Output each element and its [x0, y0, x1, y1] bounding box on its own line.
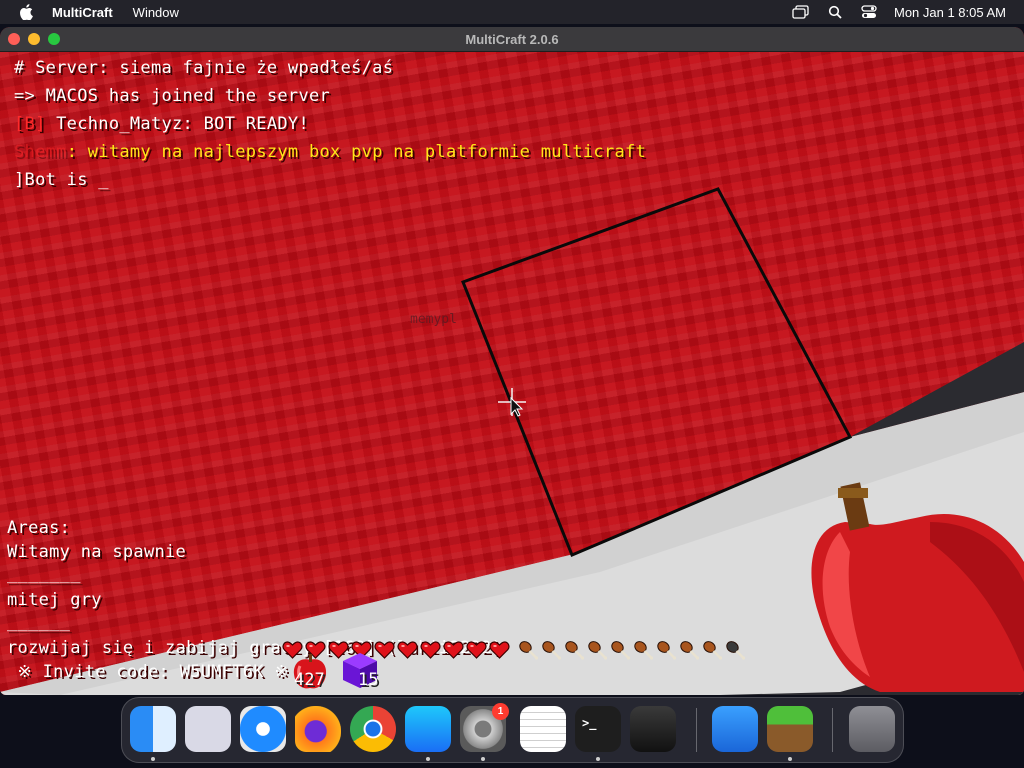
menubar-clock[interactable]: Mon Jan 1 8:05 AM — [894, 5, 1006, 20]
multicraft-window: MultiCraft 2.0.6 # Server: siema fajnie … — [0, 27, 1024, 695]
trash-icon[interactable] — [849, 706, 895, 752]
player-nametag: memypl — [410, 312, 457, 327]
finder-icon[interactable] — [130, 706, 176, 752]
hunger-full-icon — [565, 641, 585, 660]
area-name: mitej gry — [7, 590, 102, 610]
hunger-full-icon — [680, 641, 700, 660]
heart-icon — [489, 641, 510, 659]
area-separator: ______ — [7, 612, 71, 632]
dock-separator — [832, 708, 833, 752]
area-separator: _______ — [7, 564, 81, 584]
running-indicator — [151, 757, 155, 761]
hunger-full-icon — [703, 641, 723, 660]
window-titlebar: MultiCraft 2.0.6 — [0, 27, 1024, 52]
block-count: 15 — [358, 670, 379, 690]
chat-line: [B] Techno_Matyz: BOT READY! — [14, 114, 309, 134]
close-window-button[interactable] — [8, 33, 20, 45]
chat-line: # Server: siema fajnie że wpadłeś/aś — [14, 58, 394, 78]
chat-sender: Shemm — [14, 142, 67, 162]
heart-icon — [397, 641, 418, 659]
app-store-icon[interactable] — [405, 706, 451, 752]
heart-icon — [466, 641, 487, 659]
running-indicator — [596, 757, 600, 761]
fullscreen-window-button[interactable] — [48, 33, 60, 45]
running-indicator — [426, 757, 430, 761]
chrome-icon[interactable] — [350, 706, 396, 752]
window-menu[interactable]: Window — [133, 5, 179, 20]
spotlight-search-icon[interactable] — [826, 4, 844, 20]
textedit-icon[interactable] — [520, 706, 566, 752]
hunger-full-icon — [588, 641, 608, 660]
apple-menu-icon[interactable] — [20, 4, 34, 20]
chat-message: Techno_Matyz: BOT READY! — [45, 114, 309, 134]
invite-code: ※ Invite code: W5UMFT6K ※ — [7, 662, 289, 682]
terminal-prompt: >_ — [582, 716, 597, 730]
running-indicator — [481, 757, 485, 761]
chat-message: : witamy na najlepszym box pvp na platfo… — [66, 142, 647, 162]
hunger-full-icon — [542, 641, 562, 660]
chat-rank-prefix: [B] — [14, 114, 46, 134]
heart-icon — [420, 641, 441, 659]
hunger-full-icon — [657, 641, 677, 660]
notification-badge: 1 — [492, 703, 509, 720]
area-name: Witamy na spawnie — [7, 542, 187, 562]
chat-input-line[interactable]: ]Bot is _ — [14, 170, 109, 190]
hunger-bar — [518, 640, 746, 660]
safari-icon[interactable] — [240, 706, 286, 752]
system-settings-icon[interactable]: 1 — [460, 703, 509, 752]
garageband-icon[interactable] — [630, 706, 676, 752]
chat-line: => MACOS has joined the server — [14, 86, 331, 106]
terminal-icon[interactable]: >_ — [575, 706, 621, 752]
hunger-full-icon — [634, 641, 654, 660]
dock: 1 >_ — [121, 697, 904, 763]
window-title: MultiCraft 2.0.6 — [465, 32, 559, 47]
game-viewport[interactable]: # Server: siema fajnie że wpadłeś/aś => … — [0, 52, 1024, 695]
weather-icon[interactable] — [712, 706, 758, 752]
firefox-icon[interactable] — [295, 706, 341, 752]
launchpad-icon[interactable] — [185, 706, 231, 752]
hunger-empty-icon — [726, 641, 746, 660]
hunger-full-icon — [519, 641, 539, 660]
menu-bar: MultiCraft Window Mon Jan 1 8:05 AM — [0, 0, 1024, 24]
running-indicator — [788, 757, 792, 761]
dock-separator — [696, 708, 697, 752]
hunger-full-icon — [611, 641, 631, 660]
chat-line: Shemm: witamy na najlepszym box pvp na p… — [14, 142, 646, 162]
minimize-window-button[interactable] — [28, 33, 40, 45]
screen-mirroring-icon[interactable] — [792, 4, 810, 20]
apple-count: 427 — [294, 670, 325, 690]
app-menu[interactable]: MultiCraft — [52, 5, 113, 20]
multicraft-icon[interactable] — [767, 706, 813, 752]
heart-icon — [443, 641, 464, 659]
areas-title: Areas: — [7, 518, 71, 538]
control-center-icon[interactable] — [860, 4, 878, 20]
